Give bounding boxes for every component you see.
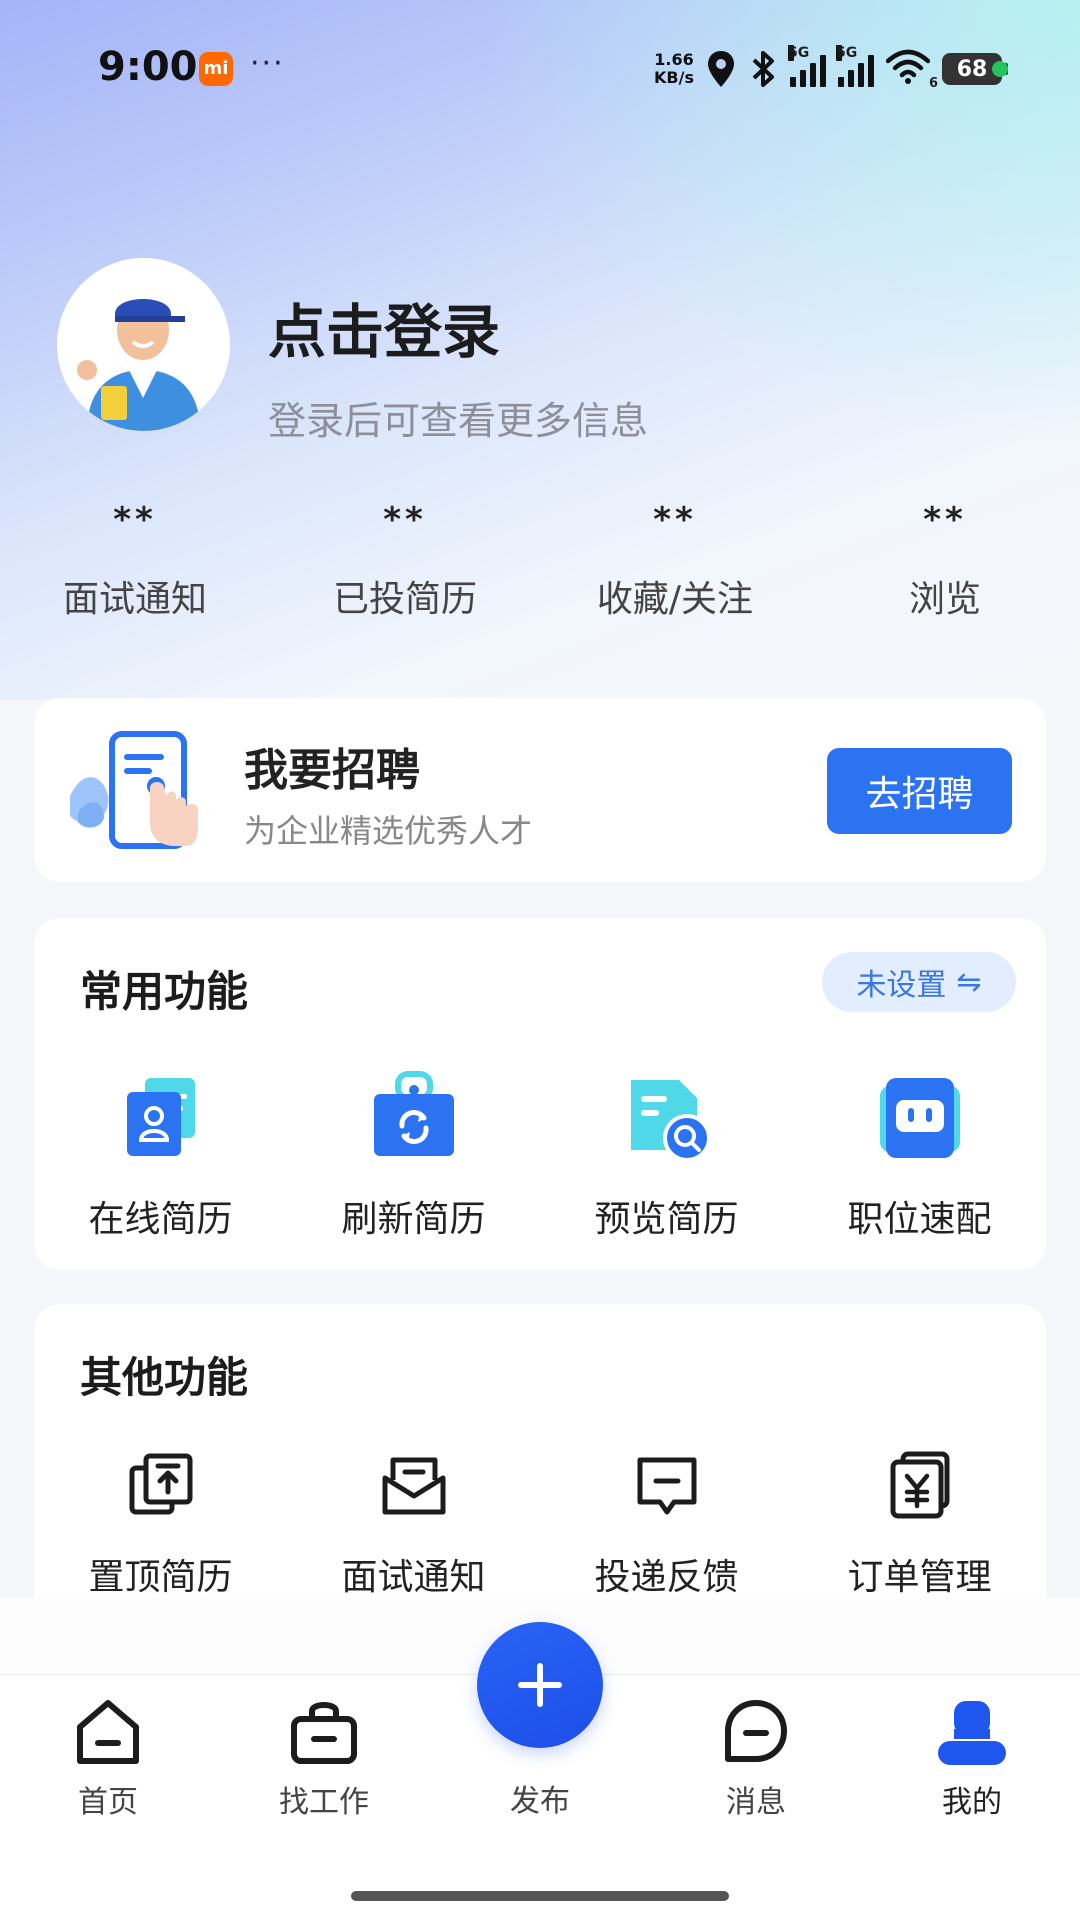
nav-label: 我的 — [942, 1785, 1002, 1820]
function-label: 订单管理 — [847, 1557, 992, 1598]
nav-label: 消息 — [726, 1785, 786, 1820]
nav-messages[interactable]: 消息 — [648, 1675, 864, 1821]
stats-row: ** 面试通知 ** 已投简历 ** 收藏/关注 ** 浏览 — [0, 500, 1080, 622]
function-label: 面试通知 — [341, 1557, 486, 1598]
privacy-indicator-dot — [992, 61, 1008, 77]
not-set-label: 未设置 — [856, 968, 947, 1003]
stat-browsed[interactable]: ** 浏览 — [810, 500, 1080, 622]
stat-favorites[interactable]: ** 收藏/关注 — [540, 500, 810, 622]
function-label: 投递反馈 — [594, 1557, 739, 1598]
other-functions-title: 其他功能 — [80, 1353, 249, 1402]
stat-value: ** — [383, 500, 427, 540]
stat-label: 收藏/关注 — [596, 579, 754, 620]
interview-mail-icon — [379, 1450, 449, 1520]
stat-label: 浏览 — [908, 579, 981, 620]
feedback-icon — [632, 1450, 702, 1520]
recruit-subtitle: 为企业精选优秀人才 — [244, 812, 533, 850]
common-functions-card: 常用功能 未设置 ⇋ 在线简历 刷新简历 预览简历 职位速配 — [34, 918, 1046, 1270]
function-label: 在线简历 — [88, 1199, 233, 1240]
stat-value: ** — [653, 500, 697, 540]
function-label: 预览简历 — [594, 1199, 739, 1240]
more-notifications-icon: ··· — [250, 46, 285, 81]
refresh-resume-icon — [364, 1066, 464, 1166]
function-pin-resume[interactable]: 置顶简历 — [34, 1450, 287, 1600]
online-resume-icon — [111, 1066, 211, 1166]
stat-label: 已投简历 — [332, 579, 477, 620]
location-icon — [708, 51, 734, 87]
function-label: 职位速配 — [847, 1199, 992, 1240]
wifi-icon: 6 — [885, 49, 938, 91]
net-speed-unit: KB/s — [654, 68, 694, 87]
nav-mine[interactable]: 我的 — [864, 1675, 1080, 1821]
function-delivery-feedback[interactable]: 投递反馈 — [540, 1450, 793, 1600]
net-speed: 1.66 KB/s — [654, 51, 694, 87]
go-recruit-button[interactable]: 去招聘 — [827, 748, 1012, 834]
nav-label: 找工作 — [279, 1785, 369, 1820]
plus-icon — [518, 1663, 562, 1707]
order-yen-icon — [885, 1450, 955, 1520]
avatar-illustration-icon — [57, 258, 230, 431]
recruit-phone-icon — [70, 731, 198, 849]
function-order-management[interactable]: 订单管理 — [793, 1450, 1046, 1600]
mi-badge-icon: mi — [199, 52, 233, 86]
avatar[interactable] — [57, 258, 230, 431]
function-online-resume[interactable]: 在线简历 — [34, 1066, 287, 1242]
nav-find-job[interactable]: 找工作 — [216, 1675, 432, 1821]
bluetooth-icon — [752, 51, 774, 87]
job-match-icon — [870, 1066, 970, 1166]
not-set-button[interactable]: 未设置 ⇋ — [822, 952, 1016, 1012]
nav-label: 首页 — [78, 1785, 138, 1820]
signal-icon-2: 5G — [836, 45, 874, 87]
common-functions-title: 常用功能 — [80, 967, 249, 1016]
stat-value: ** — [923, 500, 967, 540]
briefcase-icon — [288, 1697, 360, 1769]
home-indicator[interactable] — [351, 1891, 729, 1901]
stat-applied-resumes[interactable]: ** 已投简历 — [270, 500, 540, 622]
recruit-title: 我要招聘 — [244, 745, 420, 796]
publish-button[interactable] — [477, 1622, 603, 1748]
signal-icon-1: 5G — [788, 45, 826, 87]
stat-label: 面试通知 — [62, 579, 207, 620]
stat-interview-notice[interactable]: ** 面试通知 — [0, 500, 270, 622]
home-icon — [72, 1697, 144, 1769]
preview-resume-icon — [617, 1066, 717, 1166]
function-preview-resume[interactable]: 预览简历 — [540, 1066, 793, 1242]
function-interview-notice[interactable]: 面试通知 — [287, 1450, 540, 1600]
status-bar: 9:00 mi ··· 1.66 KB/s 5G 5G 6 68 — [0, 0, 1080, 140]
nav-home[interactable]: 首页 — [0, 1675, 216, 1821]
login-title[interactable]: 点击登录 — [268, 285, 500, 369]
login-subtitle: 登录后可查看更多信息 — [268, 399, 649, 443]
message-icon — [720, 1697, 792, 1769]
pin-resume-icon — [126, 1450, 196, 1520]
function-refresh-resume[interactable]: 刷新简历 — [287, 1066, 540, 1242]
recruit-card[interactable]: 我要招聘 为企业精选优秀人才 去招聘 — [34, 698, 1046, 882]
function-label: 置顶简历 — [88, 1557, 233, 1598]
wifi-sub: 6 — [928, 76, 938, 91]
publish-label: 发布 — [510, 1784, 570, 1819]
stat-value: ** — [113, 500, 157, 540]
net-speed-value: 1.66 — [654, 50, 694, 69]
swap-icon: ⇋ — [956, 964, 982, 1000]
function-label: 刷新简历 — [341, 1199, 486, 1240]
status-time: 9:00 — [98, 44, 198, 90]
profile-icon — [936, 1697, 1008, 1769]
function-job-match[interactable]: 职位速配 — [793, 1066, 1046, 1242]
